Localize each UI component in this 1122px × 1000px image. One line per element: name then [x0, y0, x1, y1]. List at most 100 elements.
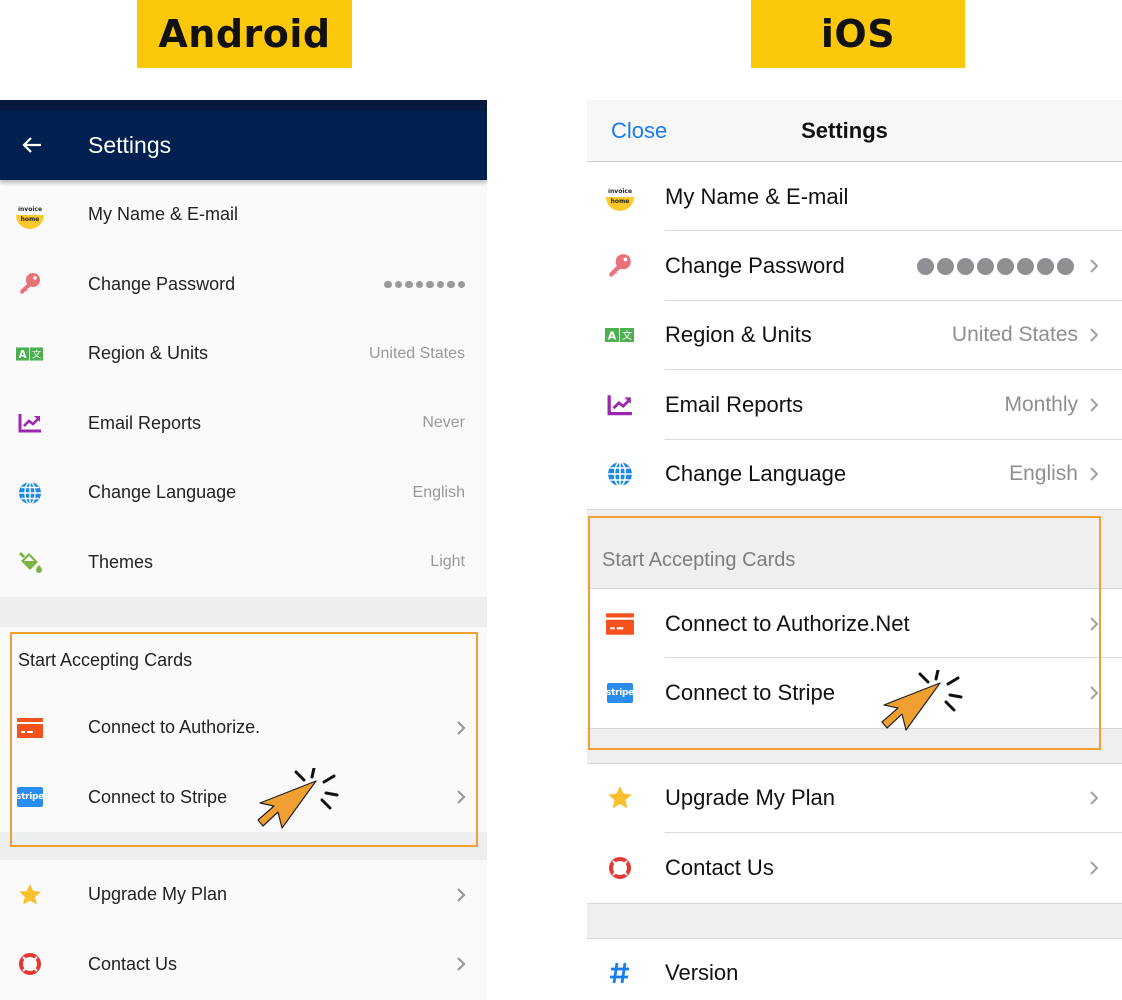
settings-item-contact-us[interactable]: Contact Us	[587, 833, 1122, 902]
item-label: My Name & E-mail	[88, 204, 239, 225]
star-icon	[605, 783, 635, 813]
settings-group-support: Upgrade My Plan Contact Us	[587, 763, 1122, 903]
invoice-home-logo-icon: invoice home	[605, 182, 635, 212]
settings-item-name-email[interactable]: invoice home My Name & E-mail	[587, 162, 1122, 232]
settings-item-connect-authorize-net[interactable]: Connect to Authorize.Net	[587, 589, 1122, 659]
item-label: Change Password	[665, 253, 845, 279]
chevron-right-icon	[457, 957, 466, 972]
lifebuoy-icon	[605, 853, 635, 883]
chevron-right-icon	[1090, 259, 1099, 273]
chevron-right-icon	[1090, 398, 1099, 412]
settings-item-region-units[interactable]: A文 Region & Units United States	[0, 319, 487, 389]
settings-item-name-email[interactable]: invoice home My Name & E-mail	[0, 180, 487, 250]
page-title: Settings	[801, 117, 888, 143]
settings-item-region-units[interactable]: A文 Region & Units United States	[587, 301, 1122, 371]
section-header: Start Accepting Cards	[18, 649, 193, 670]
item-label: Change Language	[88, 482, 237, 503]
app-bar: Settings	[0, 110, 487, 180]
settings-group-general: invoice home My Name & E-mail Change Pass…	[587, 162, 1122, 509]
item-value: English	[412, 483, 465, 501]
section-divider	[0, 832, 487, 860]
ios-settings-screen: Close Settings invoice home My Name & E-m…	[587, 100, 1122, 1000]
settings-item-change-language[interactable]: Change Language English	[587, 440, 1122, 509]
item-value: English	[1009, 462, 1078, 486]
settings-group-cards: Connect to Authorize.Net stripe Connect …	[587, 588, 1122, 728]
item-label: Region & Units	[665, 322, 812, 348]
item-label: Connect to Authorize.Net	[665, 610, 910, 636]
credit-card-icon	[605, 609, 635, 639]
click-cursor-icon	[257, 768, 339, 829]
paint-bucket-icon	[16, 548, 44, 576]
lifebuoy-icon	[16, 950, 44, 978]
chevron-right-icon	[457, 790, 466, 805]
chevron-right-icon	[1090, 686, 1099, 700]
globe-icon	[605, 459, 635, 489]
chevron-right-icon	[1090, 791, 1099, 806]
stripe-logo-icon: stripe	[16, 783, 44, 811]
settings-item-upgrade-plan[interactable]: Upgrade My Plan	[0, 860, 487, 930]
item-label: Email Reports	[88, 412, 202, 433]
settings-item-connect-stripe[interactable]: stripe Connect to Stripe	[0, 763, 487, 833]
settings-item-change-password[interactable]: Change Password	[587, 231, 1122, 301]
svg-text:文: 文	[622, 329, 632, 342]
section-divider	[0, 597, 487, 627]
item-value: Light	[430, 553, 465, 571]
item-label: Email Reports	[665, 391, 804, 417]
item-value: United States	[951, 323, 1078, 347]
star-icon	[16, 881, 44, 909]
item-label: My Name & E-mail	[665, 183, 849, 209]
item-label: Connect to Stripe	[665, 680, 835, 706]
item-label: Region & Units	[88, 343, 209, 364]
item-label: Change Language	[665, 461, 847, 487]
item-label: Version	[665, 960, 739, 986]
item-label: Contact Us	[88, 953, 178, 974]
settings-item-email-reports[interactable]: Email Reports Never	[0, 389, 487, 459]
key-icon	[605, 251, 635, 281]
section-divider	[587, 727, 1122, 764]
section-divider	[587, 902, 1122, 939]
settings-item-contact-us[interactable]: Contact Us	[0, 930, 487, 1000]
settings-group-about: Version	[587, 938, 1122, 1000]
navigation-bar: Close Settings	[587, 100, 1122, 162]
key-icon	[16, 270, 44, 298]
settings-item-connect-stripe[interactable]: stripe Connect to Stripe	[587, 658, 1122, 727]
item-value: Never	[422, 414, 465, 432]
stripe-logo-icon: stripe	[605, 678, 635, 708]
item-value: United States	[368, 344, 465, 362]
translate-icon: A文	[16, 340, 44, 368]
item-label: Connect to Authorize.	[88, 717, 261, 738]
page-title: Settings	[88, 131, 172, 158]
settings-item-upgrade-plan[interactable]: Upgrade My Plan	[587, 764, 1122, 834]
item-label: Connect to Stripe	[88, 786, 228, 807]
arrow-left-icon[interactable]	[22, 134, 44, 156]
android-settings-screen: Settings invoice home My Name & E-mail Ch…	[0, 100, 487, 1000]
chevron-right-icon	[1090, 467, 1099, 481]
click-cursor-icon	[881, 670, 963, 731]
settings-item-change-password[interactable]: Change Password	[0, 250, 487, 320]
item-label: Upgrade My Plan	[665, 785, 835, 811]
translate-icon: A文	[605, 320, 635, 350]
chevron-right-icon	[457, 720, 466, 735]
svg-text:文: 文	[32, 348, 41, 360]
settings-item-version[interactable]: Version	[587, 939, 1122, 1000]
chevron-right-icon	[1090, 861, 1099, 875]
ios-label: iOS	[751, 0, 965, 68]
settings-item-connect-authorize-net[interactable]: Connect to Authorize.	[0, 693, 487, 763]
settings-item-themes[interactable]: Themes Light	[0, 528, 487, 598]
settings-item-change-language[interactable]: Change Language English	[0, 458, 487, 528]
credit-card-icon	[16, 714, 44, 742]
status-bar	[0, 100, 487, 110]
svg-text:A: A	[19, 349, 27, 361]
chart-trend-icon	[605, 390, 635, 420]
settings-item-email-reports[interactable]: Email Reports Monthly	[587, 370, 1122, 440]
section-header: Start Accepting Cards	[587, 508, 1122, 589]
item-label: Change Password	[88, 273, 236, 294]
chevron-right-icon	[457, 887, 466, 902]
svg-text:A: A	[608, 330, 617, 343]
masked-password-value	[917, 257, 1074, 275]
hash-icon	[605, 958, 635, 988]
chevron-right-icon	[1090, 328, 1099, 343]
globe-icon	[16, 479, 44, 507]
masked-password-value	[384, 280, 465, 288]
chevron-right-icon	[1090, 616, 1099, 631]
